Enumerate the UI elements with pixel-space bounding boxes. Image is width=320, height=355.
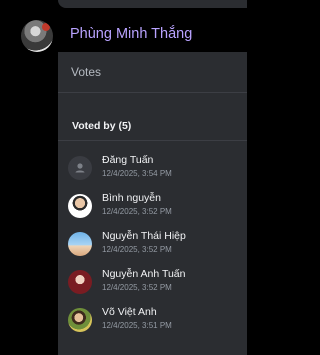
default-user-icon [68,156,92,180]
votes-title: Votes [71,65,102,79]
divider [58,140,247,141]
voter-avatar [68,194,92,218]
voter-name: Nguyễn Thái Hiệp [102,230,186,242]
sender-name[interactable]: Phùng Minh Thắng [70,26,192,42]
voted-by-heading: Voted by (5) [72,120,132,132]
votes-screen: Phùng Minh Thắng Votes Voted by (5) Đăng… [0,0,247,355]
vote-timestamp: 12/4/2025, 3:52 PM [102,283,172,292]
votes-header: Votes [58,52,247,93]
voter-avatar [68,270,92,294]
previous-message-edge [58,0,247,8]
votes-panel: Votes Voted by (5) Đăng Tuấn 12/4/2025, … [58,52,247,355]
voter-avatar [68,232,92,256]
voter-row[interactable]: Bình nguyễn 12/4/2025, 3:52 PM [68,192,243,224]
voter-row[interactable]: Võ Việt Anh 12/4/2025, 3:51 PM [68,306,243,338]
voter-avatar [68,308,92,332]
vote-timestamp: 12/4/2025, 3:52 PM [102,245,172,254]
voter-name: Võ Việt Anh [102,306,157,318]
vote-timestamp: 12/4/2025, 3:52 PM [102,207,172,216]
sender-avatar[interactable] [21,20,53,52]
vote-timestamp: 12/4/2025, 3:51 PM [102,321,172,330]
vote-timestamp: 12/4/2025, 3:54 PM [102,169,172,178]
voter-row[interactable]: Nguyễn Thái Hiệp 12/4/2025, 3:52 PM [68,230,243,262]
voter-name: Bình nguyễn [102,192,161,204]
voter-name: Đăng Tuấn [102,154,154,166]
voter-row[interactable]: Nguyễn Anh Tuấn 12/4/2025, 3:52 PM [68,268,243,300]
voter-row[interactable]: Đăng Tuấn 12/4/2025, 3:54 PM [68,154,243,186]
voter-name: Nguyễn Anh Tuấn [102,268,186,280]
